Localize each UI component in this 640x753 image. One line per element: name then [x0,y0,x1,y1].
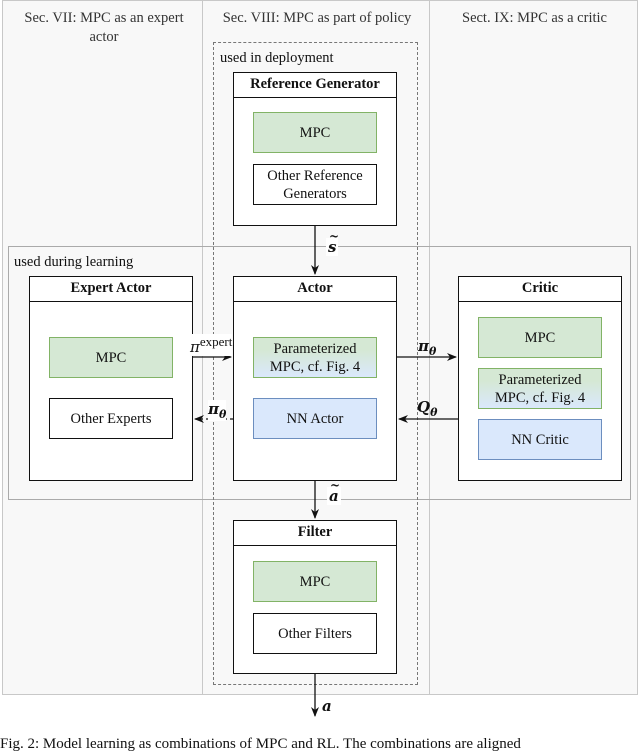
label-a-tilde-accent: ~ [330,478,341,492]
label-q-theta-symbol: Q [417,398,431,416]
label-a-tilde: ~ a [327,478,341,505]
label-pi-theta-right-symbol: π [418,337,429,355]
label-pi-theta-right-sub: θ [428,345,437,358]
label-pi-expert: πexpert [190,334,233,356]
label-s-tilde: ~ s [326,229,339,256]
label-a-output-symbol: a [322,697,332,715]
label-pi-theta-left: πθ [208,400,227,421]
label-pi-theta-right: πθ [418,337,436,358]
label-q-theta-sub: θ [430,406,438,419]
label-pi-expert-sup: expert [199,334,233,349]
label-pi-expert-symbol: π [190,338,200,356]
edge-layer [193,226,458,717]
label-q-theta: Qθ [417,398,437,419]
figure-caption: Fig. 2: Model learning as combinations o… [0,736,521,752]
label-pi-theta-left-sub: θ [218,408,227,421]
label-pi-theta-left-symbol: π [208,400,219,418]
label-s-tilde-accent: ~ [329,229,340,243]
label-a-output: a [322,697,332,715]
